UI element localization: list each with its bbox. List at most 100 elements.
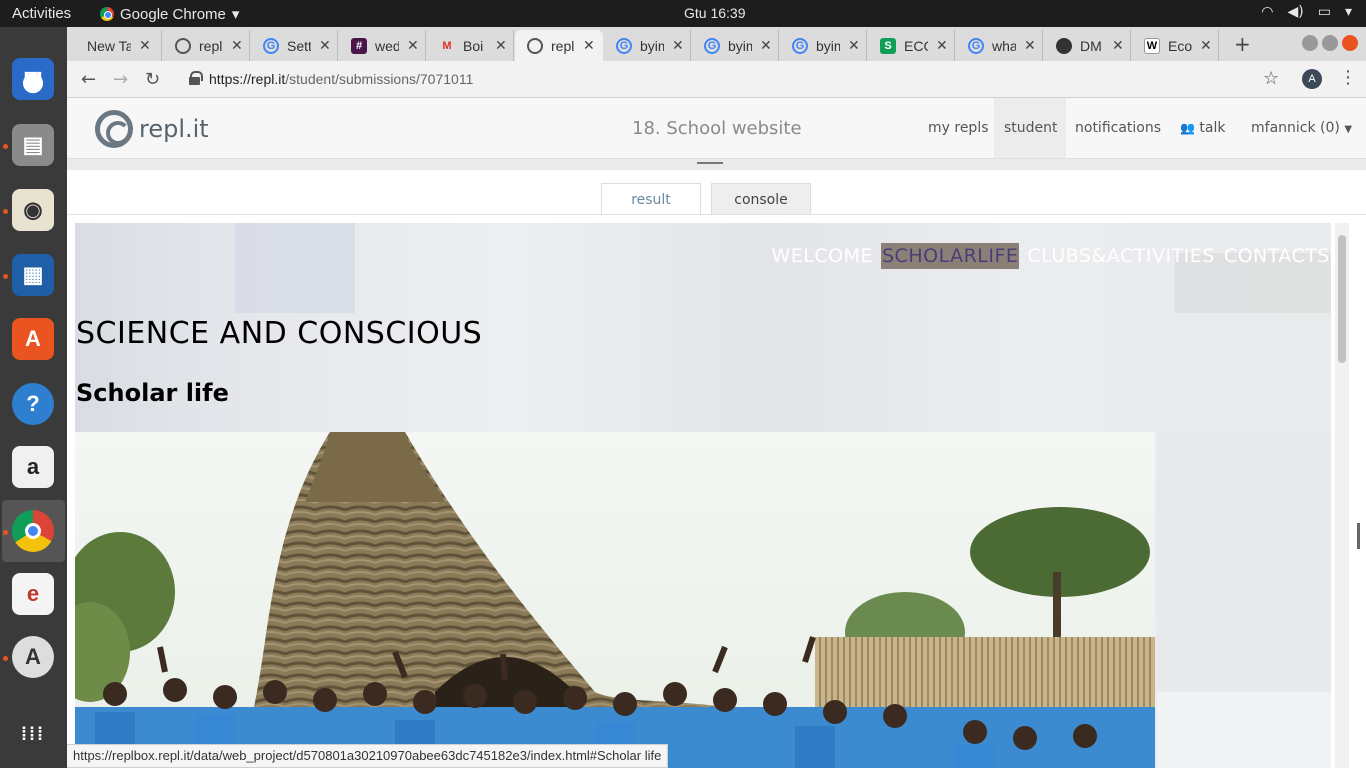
nav-my-repls[interactable]: my repls xyxy=(928,120,989,136)
close-tab-icon[interactable]: ✕ xyxy=(583,37,595,54)
close-tab-icon[interactable]: ✕ xyxy=(495,37,507,54)
students-photo xyxy=(75,432,1155,768)
site-subheading: Scholar life xyxy=(76,379,229,407)
software-center-icon[interactable]: A xyxy=(12,318,54,360)
new-tab-button[interactable]: + xyxy=(1234,32,1251,56)
close-tab-icon[interactable]: ✕ xyxy=(848,37,860,54)
browser-tab[interactable]: Gbyimana ✕ xyxy=(692,30,779,61)
dm-favicon-icon xyxy=(1056,37,1072,54)
activities-button[interactable]: Activities xyxy=(12,5,71,22)
site-nav-contacts[interactable]: CONTACTS xyxy=(1223,243,1331,269)
evince-icon[interactable]: e xyxy=(12,573,54,615)
close-tab-icon[interactable]: ✕ xyxy=(1112,37,1124,54)
chrome-icon xyxy=(100,7,114,21)
wikipedia-favicon-icon: W xyxy=(1144,37,1160,54)
browser-tab[interactable]: repl.it ✕ xyxy=(163,30,250,61)
close-tab-icon[interactable]: ✕ xyxy=(319,37,331,54)
close-tab-icon[interactable]: ✕ xyxy=(760,37,772,54)
tab-result[interactable]: result xyxy=(601,183,701,215)
browser-tab[interactable]: S ECO ✕ xyxy=(868,30,955,61)
close-tab-icon[interactable]: ✕ xyxy=(936,37,948,54)
browser-tab[interactable]: Gbyimana ✕ xyxy=(780,30,867,61)
apps-grid-icon[interactable]: ⁞⁞⁞ xyxy=(12,713,54,755)
updater-icon[interactable]: A xyxy=(12,636,54,678)
close-tab-icon[interactable]: ✕ xyxy=(407,37,419,54)
url-path: /student/submissions/7071011 xyxy=(285,71,474,87)
repl-logo[interactable]: repl.it xyxy=(95,110,209,148)
reload-button[interactable]: ↻ xyxy=(145,69,160,90)
browser-tab[interactable]: M Boi ✕ xyxy=(427,30,514,61)
close-tab-icon[interactable]: ✕ xyxy=(139,37,151,54)
chevron-down-icon: ▾ xyxy=(231,6,240,23)
tab-title: Settings xyxy=(287,37,311,54)
tab-title: byimana xyxy=(728,37,752,54)
browser-tab-active[interactable]: repl.it ✕ xyxy=(515,30,603,61)
nav-student[interactable]: student xyxy=(1004,120,1058,136)
close-tab-icon[interactable]: ✕ xyxy=(1024,37,1036,54)
repl-favicon-icon xyxy=(527,37,543,54)
browser-tab[interactable]: Gwhat ✕ xyxy=(956,30,1043,61)
thunderbird-icon[interactable]: ✉ xyxy=(12,58,54,100)
hero-background-patch xyxy=(235,223,355,313)
people-icon: 👥 xyxy=(1180,121,1195,135)
files-icon[interactable]: ▤ xyxy=(12,124,54,166)
battery-icon: ▭ xyxy=(1317,4,1331,20)
system-top-bar: Activities Google Chrome ▾ Gtu 16:39 ◠ ◀… xyxy=(0,0,1366,27)
lock-icon[interactable] xyxy=(189,71,203,85)
system-tray[interactable]: ◠ ◀) ▭ ▾ xyxy=(1261,4,1352,20)
browser-tab[interactable]: Gbyimana ✕ xyxy=(604,30,691,61)
user-menu[interactable]: mfannick (0) ▼ xyxy=(1251,120,1352,136)
maximize-button[interactable] xyxy=(1322,35,1338,51)
browser-tab[interactable]: G Settings ✕ xyxy=(251,30,338,61)
tab-console[interactable]: console xyxy=(711,183,811,215)
running-indicator xyxy=(3,144,8,149)
close-tab-icon[interactable]: ✕ xyxy=(672,37,684,54)
browser-tab[interactable]: W Eco ✕ xyxy=(1132,30,1219,61)
slack-favicon-icon: # xyxy=(351,37,367,54)
chrome-icon[interactable] xyxy=(12,510,54,552)
output-panel: result console WELCOME SCHOLARLIFE CLUBS… xyxy=(67,170,1366,768)
preview-scrollbar[interactable] xyxy=(1335,223,1349,768)
browser-tab[interactable]: # wed ✕ xyxy=(339,30,426,61)
browser-tab[interactable]: DM ✕ xyxy=(1044,30,1131,61)
photo-illustration xyxy=(75,432,1155,768)
address-bar[interactable]: https://repl.it/student/submissions/7071… xyxy=(209,71,473,87)
website-preview: WELCOME SCHOLARLIFE CLUBS&ACTIVITIES CON… xyxy=(75,223,1331,768)
nav-talk[interactable]: 👥 talk xyxy=(1180,120,1225,136)
tab-title: Eco xyxy=(1168,37,1192,54)
google-favicon-icon: G xyxy=(792,37,808,54)
forward-button[interactable]: → xyxy=(113,69,128,90)
page-content: repl.it 18. School website my repls stud… xyxy=(67,98,1366,768)
tab-title: what xyxy=(992,37,1016,54)
site-nav-scholarlife[interactable]: SCHOLARLIFE xyxy=(881,243,1020,269)
browser-tab[interactable]: New Tab ✕ xyxy=(75,30,162,61)
back-button[interactable]: ← xyxy=(81,69,96,90)
writer-icon[interactable]: ▦ xyxy=(12,254,54,296)
app-menu-label: Google Chrome xyxy=(120,5,226,23)
profile-avatar[interactable]: A xyxy=(1302,69,1322,89)
resize-handle[interactable] xyxy=(697,162,723,164)
close-tab-icon[interactable]: ✕ xyxy=(1200,37,1212,54)
scrollbar-thumb[interactable] xyxy=(1338,235,1346,363)
tab-title: byimana xyxy=(816,37,840,54)
repl-header: repl.it 18. School website my repls stud… xyxy=(67,98,1366,159)
site-nav-welcome[interactable]: WELCOME xyxy=(771,243,875,269)
close-tab-icon[interactable]: ✕ xyxy=(231,37,243,54)
close-window-button[interactable] xyxy=(1342,35,1358,51)
site-nav-clubs[interactable]: CLUBS&ACTIVITIES xyxy=(1026,243,1215,269)
chrome-menu-icon[interactable]: ⋮ xyxy=(1339,67,1357,88)
running-indicator xyxy=(3,530,8,535)
google-favicon-icon: G xyxy=(616,37,632,54)
volume-icon: ◀) xyxy=(1287,4,1304,20)
bookmark-star-icon[interactable]: ☆ xyxy=(1263,68,1279,89)
app-menu[interactable]: Google Chrome ▾ xyxy=(100,5,239,23)
google-favicon-icon: G xyxy=(968,37,984,54)
nav-notifications[interactable]: notifications xyxy=(1075,120,1161,136)
gmail-favicon-icon: M xyxy=(442,39,452,52)
rhythmbox-icon[interactable]: ◉ xyxy=(12,189,54,231)
minimize-button[interactable] xyxy=(1302,35,1318,51)
clock[interactable]: Gtu 16:39 xyxy=(684,5,746,21)
help-icon[interactable]: ? xyxy=(12,383,54,425)
tab-title: repl.it xyxy=(551,37,575,54)
amazon-icon[interactable]: a xyxy=(12,446,54,488)
